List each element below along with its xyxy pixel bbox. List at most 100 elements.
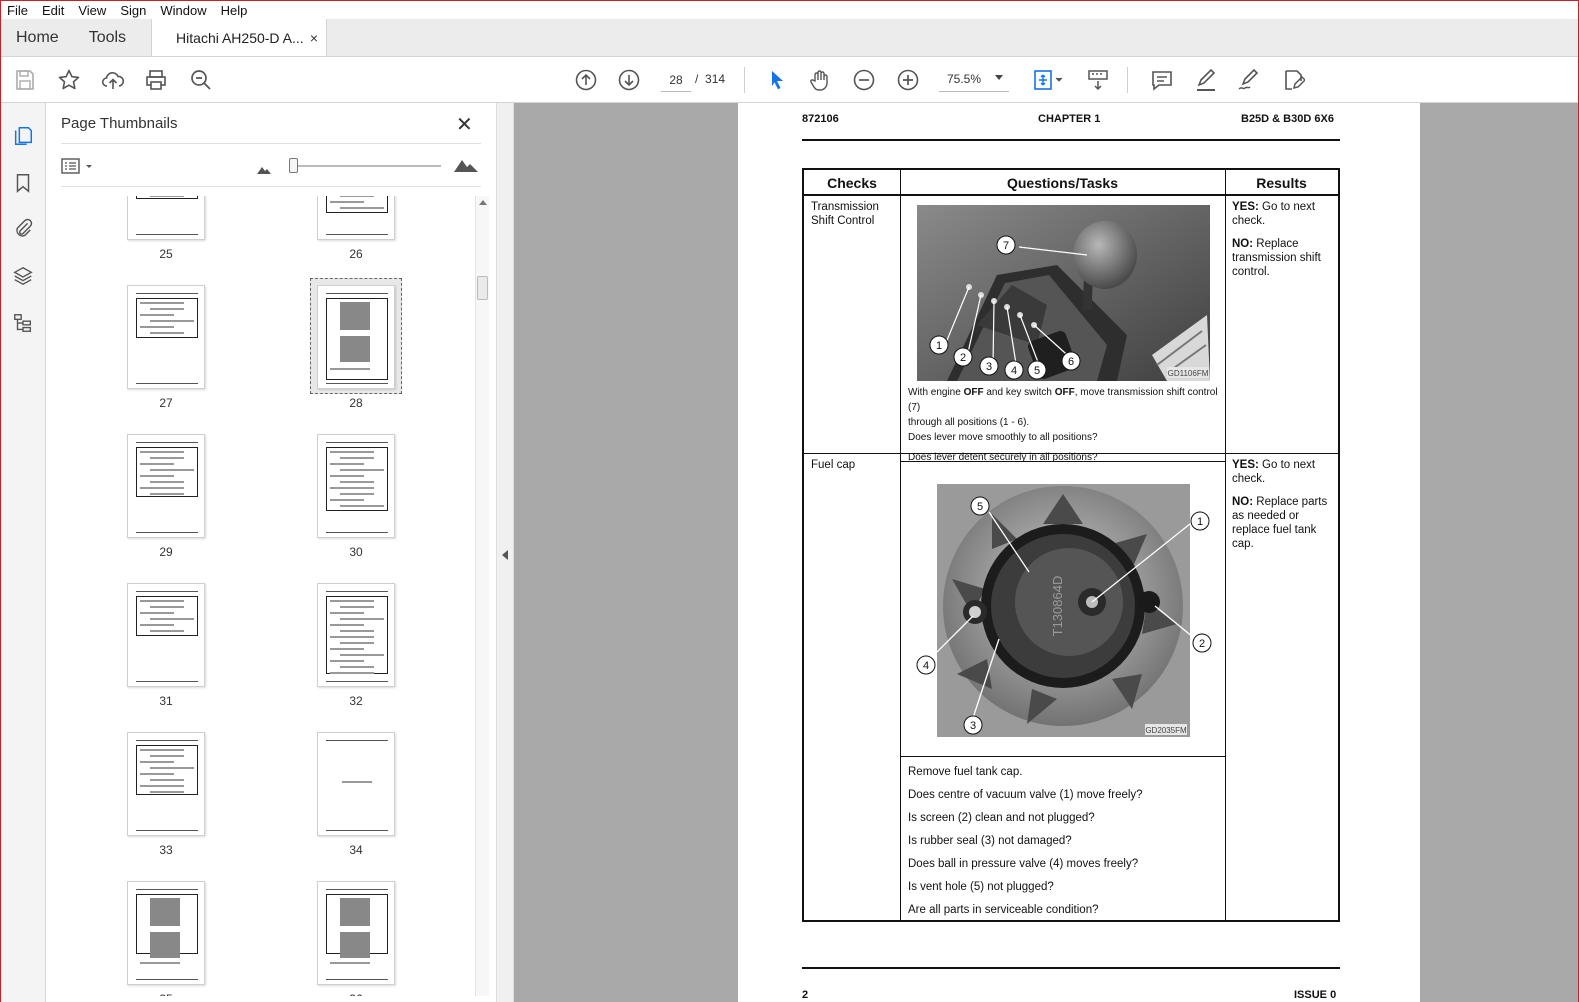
zoom-level-select[interactable]: 75.5% (939, 68, 1009, 92)
panel-title: Page Thumbnails (61, 115, 178, 132)
print-icon[interactable] (142, 66, 170, 94)
fuel-cap-task: Does ball in pressure valve (4) moves fr… (908, 858, 1139, 870)
fuel-cap-task: Is vent hole (5) not plugged? (908, 881, 1054, 893)
star-icon[interactable] (55, 66, 83, 94)
structure-tree-icon[interactable] (10, 310, 36, 336)
scroll-mode-icon[interactable] (1084, 66, 1112, 94)
highlight-pen-icon[interactable] (1192, 66, 1220, 94)
collapse-arrow-icon[interactable] (502, 550, 508, 560)
menu-view[interactable]: View (78, 3, 106, 18)
slider-handle[interactable] (289, 158, 298, 173)
checks-table: Checks Questions/Tasks Results Transmiss… (802, 168, 1340, 922)
close-tab-button[interactable]: × (310, 30, 318, 46)
zoom-out-icon[interactable] (850, 66, 878, 94)
menu-help[interactable]: Help (221, 3, 248, 18)
zoom-level-value: 75.5% (947, 72, 982, 86)
page-thumbnail[interactable] (317, 434, 395, 538)
tab-home[interactable]: Home (1, 19, 74, 56)
page-thumbnail[interactable] (127, 732, 205, 836)
upload-cloud-icon[interactable] (99, 66, 127, 94)
save-icon[interactable] (11, 66, 39, 94)
menu-edit[interactable]: Edit (42, 3, 64, 18)
photo-code: GD1106FM (1168, 369, 1209, 378)
table-divider (1225, 170, 1226, 920)
toolbar: / 314 75.5% (1, 57, 1578, 103)
page-thumbnail[interactable] (127, 285, 205, 389)
comment-icon[interactable] (1148, 66, 1176, 94)
toolbar-divider (1127, 67, 1128, 93)
document-view[interactable]: 872106 CHAPTER 1 B25D & B30D 6X6 Checks … (514, 103, 1578, 1002)
shrink-thumbnails-icon[interactable] (257, 162, 271, 177)
bookmark-icon[interactable] (10, 170, 36, 196)
page-thumbnail[interactable] (127, 881, 205, 985)
attachment-icon[interactable] (10, 215, 36, 241)
panel-splitter[interactable] (496, 103, 514, 1002)
page-total: / 314 (695, 72, 726, 86)
thumbnail-page-label: 30 (349, 545, 363, 559)
footer-rule (802, 967, 1340, 969)
chevron-down-icon (995, 75, 1003, 80)
table-divider (900, 170, 901, 920)
menu-file[interactable]: File (7, 3, 28, 18)
transmission-task-text: With engine OFF and key switch OFF, move… (908, 387, 1218, 463)
header-right: B25D & B30D 6X6 (1241, 113, 1334, 125)
page-thumbnail[interactable] (127, 196, 205, 240)
thumbnail-page-label: 36 (317, 992, 395, 996)
menu-bar: File Edit View Sign Window Help (1, 1, 1578, 19)
page-thumbnails-panel: Page Thumbnails ✕ 25 26 27 28 29 30 31 32 33 34 35… (46, 103, 496, 1002)
menu-sign[interactable]: Sign (120, 3, 146, 18)
next-page-icon[interactable] (615, 66, 643, 94)
tab-tools[interactable]: Tools (74, 19, 141, 56)
layers-icon[interactable] (10, 263, 36, 289)
zoom-in-icon[interactable] (894, 66, 922, 94)
callout-1: 1 (1197, 516, 1203, 528)
thumbnail-page-label: 26 (349, 247, 363, 261)
close-panel-button[interactable]: ✕ (456, 112, 473, 137)
fuel-cap-task: Remove fuel tank cap. (908, 766, 1023, 778)
callout-6: 6 (1068, 356, 1074, 368)
table-divider (804, 194, 1338, 196)
page-thumbnail[interactable] (317, 732, 395, 836)
fuel-cap-task: Is rubber seal (3) not damaged? (908, 835, 1072, 847)
page-thumbnails-icon[interactable] (10, 123, 36, 149)
page-thumbnail[interactable] (317, 285, 395, 389)
page-thumbnail[interactable] (317, 881, 395, 985)
scroll-thumb[interactable] (477, 276, 488, 300)
footer-issue: ISSUE 0 (1294, 989, 1337, 1001)
table-divider (900, 756, 1225, 757)
pdf-page: 872106 CHAPTER 1 B25D & B30D 6X6 Checks … (738, 103, 1420, 1002)
hand-tool-icon[interactable] (806, 66, 834, 94)
page-thumbnail[interactable] (127, 583, 205, 687)
zoom-search-icon[interactable] (187, 66, 215, 94)
column-header-questions: Questions/Tasks (1006, 175, 1118, 191)
thumbnail-list: 25 26 27 28 29 30 31 32 33 34 35 36 (61, 196, 473, 996)
column-header-results: Results (1256, 175, 1307, 191)
thumbnail-options-icon[interactable] (61, 157, 95, 175)
enlarge-thumbnails-icon[interactable] (454, 156, 478, 175)
document-tab-title: Hitachi AH250-D A... (176, 29, 304, 46)
previous-page-icon[interactable] (572, 66, 600, 94)
thumbnail-size-slider[interactable] (293, 165, 441, 167)
callout-1: 1 (936, 340, 942, 352)
check-transmission-shift-control: Transmission Shift Control (811, 201, 879, 227)
edit-pdf-icon[interactable] (1279, 66, 1307, 94)
fit-page-icon[interactable] (1029, 66, 1067, 94)
fuel-cap-task: Is screen (2) clean and not plugged? (908, 812, 1095, 824)
thumbnail-page-label: 29 (159, 545, 173, 559)
fill-sign-icon[interactable] (1235, 66, 1263, 94)
page-thumbnail[interactable] (317, 196, 395, 240)
page-number-input[interactable] (661, 68, 691, 92)
tab-document[interactable]: Hitachi AH250-D A... × (151, 19, 328, 56)
page-thumbnail[interactable] (127, 434, 205, 538)
header-center: CHAPTER 1 (1038, 113, 1101, 125)
page-thumbnail[interactable] (317, 583, 395, 687)
fuel-cap-task: Does centre of vacuum valve (1) move fre… (908, 789, 1143, 801)
scroll-up-arrow[interactable] (479, 200, 487, 205)
select-cursor-icon[interactable] (763, 66, 791, 94)
thumbnail-scrollbar[interactable] (475, 196, 489, 996)
fuel-cap-results: YES: Go to next check. NO: Replace parts… (1232, 459, 1328, 550)
callout-5: 5 (1034, 365, 1040, 377)
menu-window[interactable]: Window (160, 3, 206, 18)
thumbnail-tools (61, 143, 481, 187)
callout-4: 4 (923, 660, 929, 672)
